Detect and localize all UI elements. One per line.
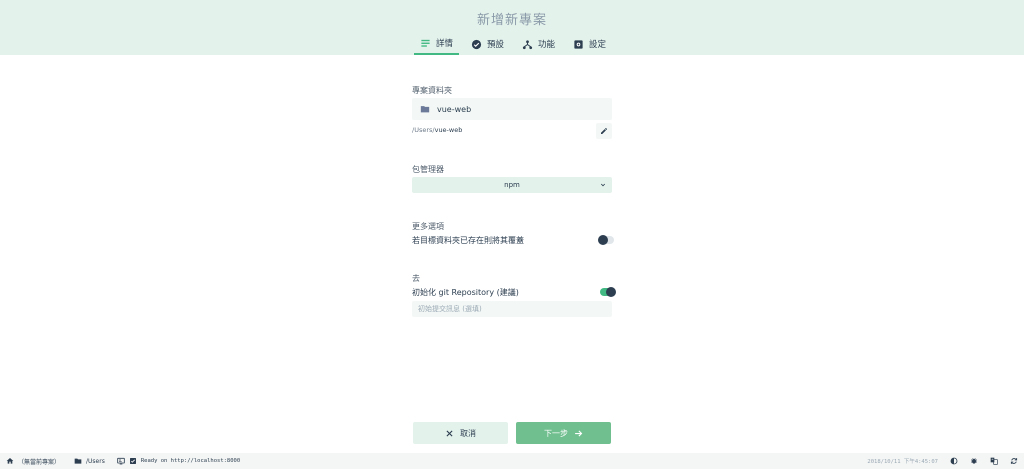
chevron-down-icon <box>600 183 606 187</box>
cancel-button[interactable]: 取消 <box>413 422 508 444</box>
cancel-label: 取消 <box>460 428 476 438</box>
check-circle-icon <box>471 39 482 49</box>
tab-bar: 詳情 預設 功能 設定 <box>414 33 618 55</box>
tab-presets[interactable]: 預設 <box>465 33 510 55</box>
bug-report-icon[interactable] <box>970 457 978 465</box>
tab-config-label: 設定 <box>589 40 607 50</box>
check-box-icon <box>129 458 136 464</box>
header: 新增新專案 詳情 預設 功能 設定 <box>0 0 1024 55</box>
page-title: 新增新專案 <box>476 13 547 28</box>
edit-path-button[interactable] <box>596 123 612 139</box>
package-manager-value: npm <box>504 181 520 189</box>
dark-mode-icon[interactable] <box>950 457 958 465</box>
overwrite-label: 若目標資料夾已存在則將其覆蓋 <box>412 236 524 245</box>
pencil-icon <box>601 127 607 134</box>
tab-presets-label: 預設 <box>487 40 505 50</box>
folder-label: 專案資料夾 <box>412 86 452 95</box>
translate-icon[interactable] <box>990 457 998 465</box>
git-init-label: 初始化 git Repository (建議) <box>412 288 519 297</box>
status-bar: （無當前專案） /Users Ready on http://localhost… <box>0 453 1024 469</box>
tab-config[interactable]: 設定 <box>567 33 612 55</box>
tab-features-label: 功能 <box>538 40 556 50</box>
folder-icon <box>420 106 430 113</box>
cwd-label: /Users <box>86 457 105 465</box>
more-options-label: 更多選項 <box>412 222 444 231</box>
log-message: Ready on http://localhost:8000 <box>140 458 241 464</box>
cwd-item[interactable]: /Users <box>74 457 105 465</box>
close-icon <box>446 429 453 437</box>
next-button[interactable]: 下一步 <box>516 422 611 444</box>
call-split-icon <box>522 39 533 49</box>
console-log-item[interactable]: Ready on http://localhost:8000 <box>117 457 240 465</box>
path-name: vue-web <box>434 126 463 134</box>
tab-details-label: 詳情 <box>436 39 454 49</box>
overwrite-toggle[interactable] <box>598 235 614 245</box>
tab-details[interactable]: 詳情 <box>414 33 460 55</box>
folder-path: /Users/vue-web <box>412 126 462 134</box>
git-init-toggle[interactable] <box>600 287 616 297</box>
commit-message-input[interactable] <box>412 301 612 317</box>
status-right: 2018/10/11 下午4:45:07 <box>867 453 1018 469</box>
settings-box-icon <box>574 39 583 49</box>
folder-icon <box>74 458 82 464</box>
refresh-icon[interactable] <box>1010 457 1018 465</box>
package-manager-label: 包管理器 <box>412 165 444 174</box>
git-section-label: 去 <box>412 274 420 283</box>
arrow-right-icon <box>575 429 583 437</box>
home-icon <box>6 458 14 464</box>
details-icon <box>421 39 430 47</box>
folder-value: vue-web <box>437 104 472 114</box>
path-prefix: /Users/ <box>412 126 435 134</box>
tab-features[interactable]: 功能 <box>516 33 561 55</box>
timestamp: 2018/10/11 下午4:45:07 <box>867 459 938 465</box>
folder-field[interactable]: vue-web <box>412 98 612 120</box>
home-project-item[interactable]: （無當前專案） <box>6 457 60 466</box>
package-manager-select[interactable]: npm <box>412 177 612 193</box>
console-icon <box>117 457 125 465</box>
toggle-knob <box>598 235 608 245</box>
no-project-label: （無當前專案） <box>18 458 61 466</box>
next-label: 下一步 <box>544 428 568 438</box>
toggle-knob <box>606 287 616 297</box>
